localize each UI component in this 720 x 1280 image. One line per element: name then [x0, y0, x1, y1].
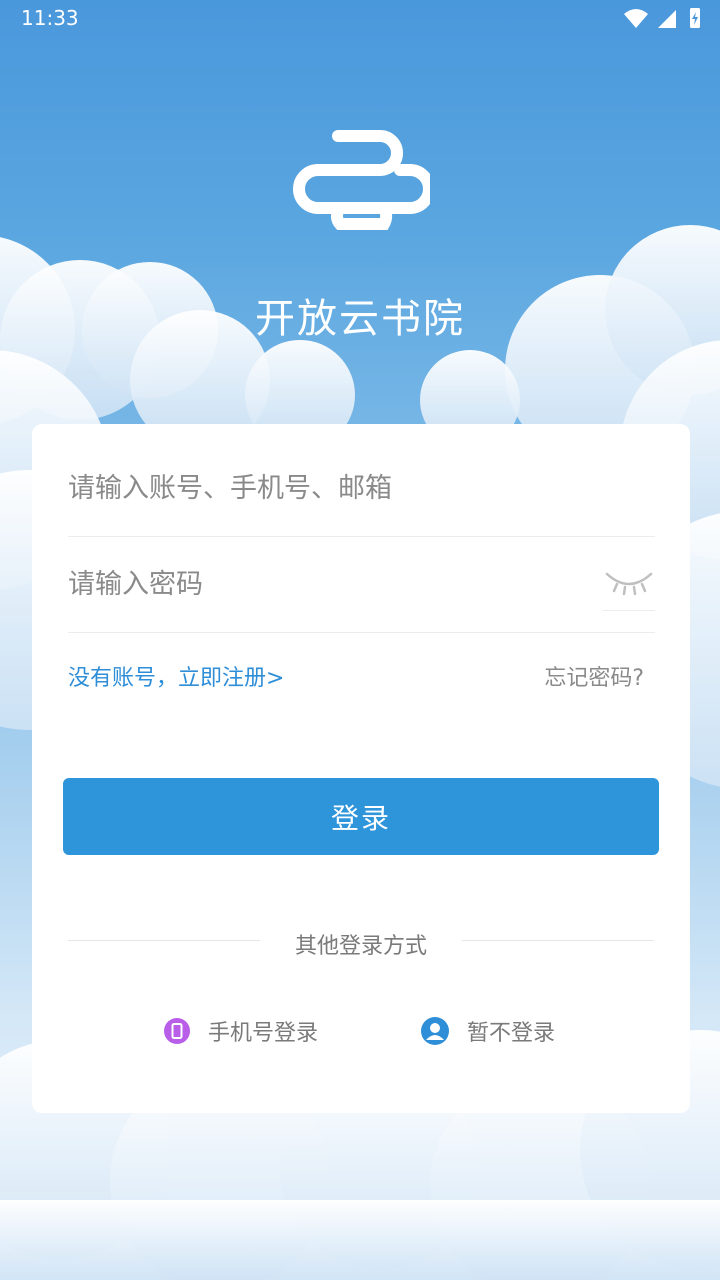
eye-closed-icon — [605, 572, 653, 596]
status-time: 11:33 — [21, 6, 79, 30]
guest-login-label: 暂不登录 — [467, 1021, 556, 1046]
login-card: 没有账号，立即注册> 忘记密码? 登录 其他登录方式 手机号登录 暂不登录 — [32, 424, 690, 1113]
cellular-icon — [658, 10, 676, 28]
forgot-password-link[interactable]: 忘记密码? — [544, 660, 644, 692]
other-login-label: 其他登录方式 — [294, 934, 427, 959]
status-icons — [624, 8, 700, 28]
login-button[interactable]: 登录 — [63, 778, 659, 855]
register-link[interactable]: 没有账号，立即注册> — [68, 660, 284, 692]
guest-login-option[interactable]: 暂不登录 — [421, 1016, 555, 1046]
password-visibility-toggle[interactable] — [603, 564, 655, 611]
user-icon — [421, 1017, 449, 1045]
password-input[interactable] — [68, 564, 588, 604]
app-logo — [293, 130, 430, 230]
divider-right — [462, 940, 654, 941]
account-input[interactable] — [68, 468, 588, 508]
app-title: 开放云书院 — [255, 296, 465, 342]
wifi-icon — [624, 9, 648, 28]
phone-login-label: 手机号登录 — [208, 1021, 319, 1046]
status-bar: 11:33 — [0, 0, 720, 36]
password-field — [68, 564, 655, 633]
phone-login-option[interactable]: 手机号登录 — [164, 1016, 318, 1046]
phone-icon — [164, 1018, 190, 1044]
account-field — [68, 468, 655, 537]
